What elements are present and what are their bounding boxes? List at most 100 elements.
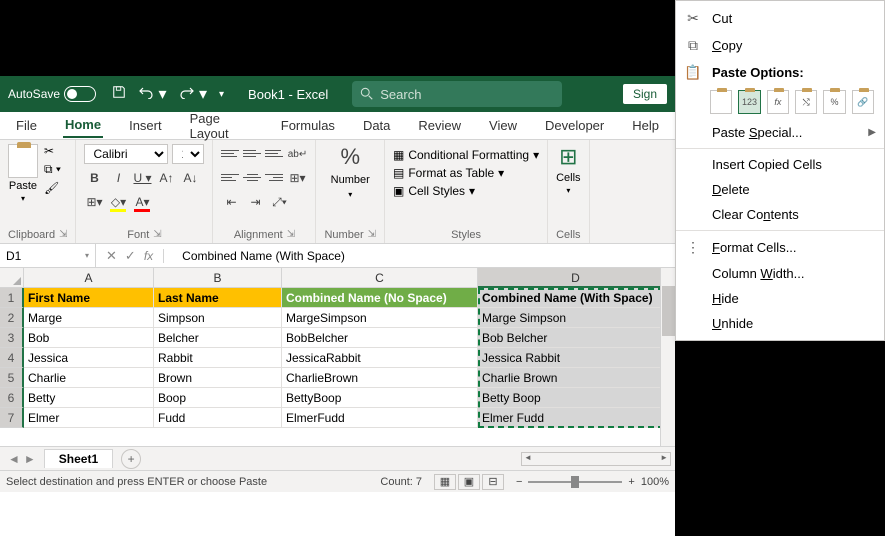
new-sheet-button[interactable]: + [121, 449, 141, 469]
zoom-level[interactable]: 100% [641, 476, 669, 488]
decrease-indent-button[interactable]: ⇤ [221, 192, 241, 212]
search-input[interactable] [380, 87, 540, 102]
sheet-nav-next-icon[interactable]: ► [24, 452, 36, 466]
worksheet-grid[interactable]: A B C D 1 First Name Last Name Combined … [0, 268, 675, 446]
col-header-D[interactable]: D [478, 268, 674, 288]
orientation-button[interactable]: ⤢▾ [269, 192, 289, 212]
normal-view-button[interactable]: ▦ [434, 474, 456, 490]
name-box[interactable]: D1▾ [0, 244, 96, 267]
cell[interactable]: Brown [154, 368, 282, 388]
underline-button[interactable]: U ▾ [132, 168, 152, 188]
tab-data[interactable]: Data [361, 114, 392, 137]
fx-icon[interactable]: fx [144, 249, 164, 263]
copy-icon[interactable]: ⧉ ▾ [44, 162, 61, 177]
save-icon[interactable] [112, 85, 126, 104]
decrease-font-button[interactable]: A↓ [180, 168, 200, 188]
ctx-unhide[interactable]: Unhide [676, 311, 884, 336]
row-header[interactable]: 7 [0, 408, 24, 428]
ctx-copy[interactable]: ⧉Copy [676, 32, 884, 59]
align-middle-button[interactable] [243, 144, 261, 162]
cell[interactable]: Jessica [24, 348, 154, 368]
format-as-table-button[interactable]: ▤Format as Table ▾ [393, 166, 539, 180]
ctx-delete[interactable]: Delete [676, 177, 884, 202]
ctx-format-cells[interactable]: ⋮Format Cells... [676, 234, 884, 261]
sign-in-button[interactable]: Sign [623, 84, 667, 104]
cell[interactable]: Combined Name (With Space) [478, 288, 674, 308]
font-color-button[interactable]: A▾ [132, 192, 152, 212]
cell[interactable]: Elmer Fudd [478, 408, 674, 428]
cancel-icon[interactable]: ✕ [106, 248, 117, 264]
cell[interactable]: Rabbit [154, 348, 282, 368]
cell[interactable]: Betty [24, 388, 154, 408]
tab-formulas[interactable]: Formulas [279, 114, 337, 137]
ctx-column-width[interactable]: Column Width... [676, 261, 884, 286]
col-header-A[interactable]: A [24, 268, 154, 288]
tab-review[interactable]: Review [416, 114, 463, 137]
undo-icon[interactable]: ▾ [138, 84, 166, 104]
paste-option-formulas[interactable]: fx [767, 90, 789, 114]
tab-file[interactable]: File [14, 114, 39, 137]
dialog-launcher-icon[interactable]: ⇲ [368, 229, 376, 241]
cell[interactable]: First Name [24, 288, 154, 308]
tab-developer[interactable]: Developer [543, 114, 606, 137]
redo-icon[interactable]: ▾ [179, 84, 207, 104]
align-top-button[interactable] [221, 144, 239, 162]
sheet-tab[interactable]: Sheet1 [44, 449, 113, 468]
tab-home[interactable]: Home [63, 113, 103, 138]
paste-option-all[interactable] [710, 90, 732, 114]
align-right-button[interactable] [265, 168, 283, 186]
ctx-paste-special[interactable]: Paste Special...▶ [676, 120, 884, 145]
tab-page-layout[interactable]: Page Layout [188, 107, 255, 145]
ctx-clear-contents[interactable]: Clear Contents [676, 202, 884, 227]
qat-customize-icon[interactable]: ▾ [219, 89, 224, 100]
paste-option-link[interactable]: 🔗 [852, 90, 874, 114]
formula-input[interactable]: Combined Name (With Space) [174, 249, 353, 263]
tab-help[interactable]: Help [630, 114, 661, 137]
align-left-button[interactable] [221, 168, 239, 186]
wrap-text-button[interactable]: ab↵ [287, 144, 307, 164]
cell[interactable]: Boop [154, 388, 282, 408]
ctx-hide[interactable]: Hide [676, 286, 884, 311]
autosave-toggle[interactable]: AutoSave [8, 86, 96, 102]
row-header[interactable]: 5 [0, 368, 24, 388]
merge-button[interactable]: ⊞▾ [287, 168, 307, 188]
select-all-button[interactable] [0, 268, 24, 288]
fill-color-button[interactable]: ◇▾ [108, 192, 128, 212]
cell[interactable]: Betty Boop [478, 388, 674, 408]
cell[interactable]: Charlie Brown [478, 368, 674, 388]
cell[interactable]: MargeSimpson [282, 308, 478, 328]
dialog-launcher-icon[interactable]: ⇲ [287, 229, 295, 241]
cell-styles-button[interactable]: ▣Cell Styles ▾ [393, 184, 539, 198]
cell[interactable]: CharlieBrown [282, 368, 478, 388]
cell[interactable]: Jessica Rabbit [478, 348, 674, 368]
sheet-nav-prev-icon[interactable]: ◄ [8, 452, 20, 466]
col-header-B[interactable]: B [154, 268, 282, 288]
borders-button[interactable]: ⊞▾ [84, 192, 104, 212]
cell[interactable]: Elmer [24, 408, 154, 428]
col-header-C[interactable]: C [282, 268, 478, 288]
cell[interactable]: Simpson [154, 308, 282, 328]
cell[interactable]: Bob [24, 328, 154, 348]
cells-button[interactable]: Cells [556, 172, 580, 184]
page-break-view-button[interactable]: ⊟ [482, 474, 504, 490]
search-box[interactable] [352, 81, 562, 107]
align-bottom-button[interactable] [265, 144, 283, 162]
horizontal-scrollbar[interactable] [521, 452, 671, 466]
format-painter-icon[interactable]: 🖌 [44, 181, 61, 195]
font-size-select[interactable]: 11 [172, 144, 204, 164]
cell[interactable]: Last Name [154, 288, 282, 308]
page-layout-view-button[interactable]: ▣ [458, 474, 480, 490]
scrollbar-thumb[interactable] [662, 286, 675, 336]
cell[interactable]: BobBelcher [282, 328, 478, 348]
cell[interactable]: Marge Simpson [478, 308, 674, 328]
paste-option-transpose[interactable]: ⤭ [795, 90, 817, 114]
conditional-formatting-button[interactable]: ▦Conditional Formatting ▾ [393, 148, 539, 162]
dialog-launcher-icon[interactable]: ⇲ [153, 229, 161, 241]
cell[interactable]: Marge [24, 308, 154, 328]
font-name-select[interactable]: Calibri [84, 144, 168, 164]
zoom-in-button[interactable]: + [628, 476, 634, 488]
row-header[interactable]: 6 [0, 388, 24, 408]
cell[interactable]: ElmerFudd [282, 408, 478, 428]
cell[interactable]: Charlie [24, 368, 154, 388]
align-center-button[interactable] [243, 168, 261, 186]
